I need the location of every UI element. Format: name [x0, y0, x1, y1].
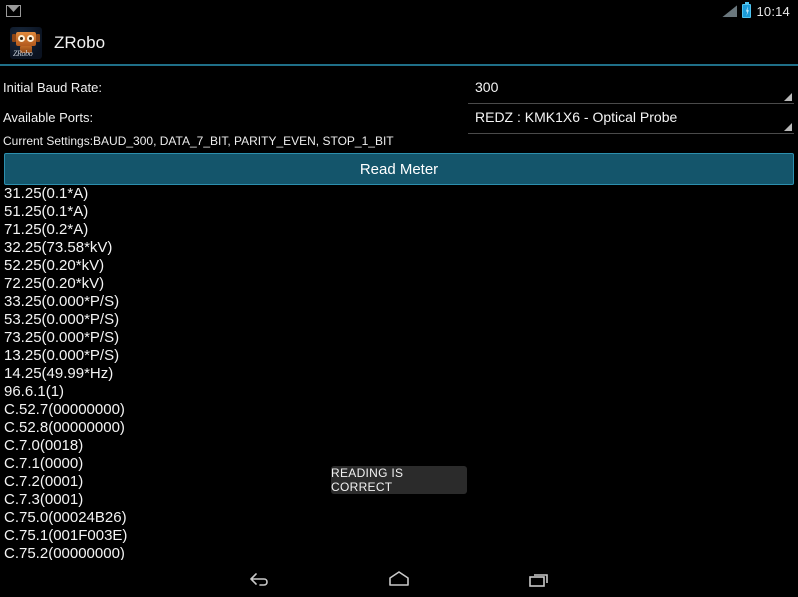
zrobo-app-icon[interactable]: ZRobo: [10, 27, 42, 59]
reading-line: 32.25(73.58*kV): [4, 239, 113, 256]
home-icon: [384, 568, 414, 590]
robot-eye-left-icon: [18, 35, 25, 42]
current-settings-text: Current Settings:BAUD_300, DATA_7_BIT, P…: [3, 134, 394, 148]
robot-eye-right-icon: [27, 35, 34, 42]
reading-line: 73.25(0.000*P/S): [4, 329, 120, 346]
back-button[interactable]: [229, 560, 289, 597]
reading-line: 52.25(0.20*kV): [4, 257, 105, 274]
android-navigation-bar: [0, 560, 798, 597]
spinner-caret-icon: [784, 123, 792, 131]
robot-ear-right-icon: [36, 34, 40, 42]
baud-rate-value: 300: [475, 79, 499, 95]
baud-rate-spinner[interactable]: 300: [468, 76, 794, 104]
reading-line: 31.25(0.1*A): [4, 185, 89, 202]
reading-line: C.75.2(00000000): [4, 545, 125, 560]
reading-line: C.52.7(00000000): [4, 401, 125, 418]
app-title: ZRobo: [54, 33, 106, 52]
battery-charging-icon: [742, 2, 752, 18]
reading-line: C.52.8(00000000): [4, 419, 125, 436]
available-ports-value: REDZ : KMK1X6 - Optical Probe: [475, 109, 678, 125]
reading-line: C.75.1(001F003E): [4, 527, 128, 544]
reading-line: 96.6.1(1): [4, 383, 65, 400]
reading-line: 71.25(0.2*A): [4, 221, 89, 238]
status-bar: 10:14: [0, 0, 798, 22]
reading-line: 14.25(49.99*Hz): [4, 365, 114, 382]
reading-line: C.7.0(0018): [4, 437, 84, 454]
toast-notification: READING IS CORRECT: [331, 466, 467, 494]
read-meter-label: Read Meter: [359, 160, 439, 178]
status-bar-notifications: [6, 5, 21, 17]
baud-rate-row: Initial Baud Rate: 300: [0, 76, 798, 104]
toast-message: READING IS CORRECT: [331, 466, 404, 494]
home-button[interactable]: [369, 560, 429, 597]
available-ports-row: Available Ports: REDZ : KMK1X6 - Optical…: [0, 106, 798, 134]
recents-button[interactable]: [509, 560, 569, 597]
available-ports-label: Available Ports:: [3, 110, 94, 125]
readings-list[interactable]: 31.25(0.1*A) 51.25(0.1*A) 71.25(0.2*A) 32.2…: [0, 185, 798, 560]
reading-line: 33.25(0.000*P/S): [4, 293, 120, 310]
action-bar-divider: [0, 64, 798, 66]
back-arrow-icon: [245, 568, 273, 590]
app-icon-wordmark: ZRobo: [13, 49, 33, 58]
status-bar-system: 10:14: [722, 2, 790, 19]
signal-triangle-icon: [722, 5, 738, 17]
action-bar: ZRobo ZRobo: [0, 22, 798, 64]
gmail-icon: [6, 5, 21, 17]
reading-line: C.75.0(00024B26): [4, 509, 127, 526]
read-meter-button[interactable]: Read Meter: [4, 153, 794, 185]
recents-icon: [525, 568, 553, 590]
reading-line: 13.25(0.000*P/S): [4, 347, 120, 364]
reading-line: 72.25(0.20*kV): [4, 275, 105, 292]
spinner-caret-icon: [784, 93, 792, 101]
baud-rate-label: Initial Baud Rate:: [3, 80, 103, 95]
available-ports-spinner[interactable]: REDZ : KMK1X6 - Optical Probe: [468, 106, 794, 134]
status-bar-clock: 10:14: [756, 3, 790, 19]
reading-line: 53.25(0.000*P/S): [4, 311, 120, 328]
reading-line: 51.25(0.1*A): [4, 203, 89, 220]
